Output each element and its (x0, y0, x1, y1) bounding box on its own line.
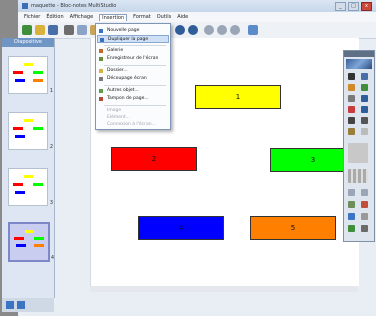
maximize-button[interactable]: □ (348, 2, 359, 11)
delete-icon[interactable] (361, 201, 368, 208)
slide-number: 1 (49, 88, 53, 94)
new-icon[interactable] (22, 25, 32, 35)
cut-icon[interactable] (64, 25, 74, 35)
folder-icon[interactable] (17, 301, 25, 309)
highlight-icon[interactable] (348, 225, 355, 232)
sidebar-title: Diapositive (2, 38, 54, 47)
menu-insert[interactable]: Insertion (99, 13, 128, 21)
shape-blue[interactable]: 4 (138, 216, 224, 240)
flip-icon[interactable] (361, 189, 368, 196)
menu-view[interactable]: Affichage (70, 14, 94, 20)
menu-item-screen-connect: Connexion à l'écran... (107, 122, 156, 127)
type-tool-icon[interactable] (361, 117, 368, 124)
insert-dropdown-menu: Nouvelle page Dupliquer la page Galerie … (95, 23, 171, 130)
window-title: maquette - Bloc-notes MultiStudio (31, 3, 117, 9)
menu-item-folder[interactable]: Dossier... (97, 67, 169, 75)
menu-item-new-page[interactable]: Nouvelle page (97, 27, 169, 35)
rotate-icon[interactable] (348, 189, 355, 196)
menu-file[interactable]: Fichier (24, 14, 40, 20)
zoom-in-icon[interactable] (204, 25, 214, 35)
zoom-out-icon[interactable] (217, 25, 227, 35)
layer-icon[interactable] (348, 201, 355, 208)
toolbar (18, 22, 376, 39)
pointer-tool-icon[interactable] (361, 128, 368, 135)
palette-header[interactable] (344, 51, 374, 57)
redo-icon[interactable] (188, 25, 198, 35)
gallery-icon (99, 49, 103, 53)
eraser-tool-icon[interactable] (348, 95, 355, 102)
stamp-icon (99, 97, 103, 101)
menu-format[interactable]: Format (133, 14, 151, 20)
close-button[interactable]: x (361, 2, 372, 11)
slide-thumbnail-4[interactable]: 4 (8, 222, 54, 262)
slide-thumbnail-1[interactable]: 1 (8, 56, 53, 94)
zoom-tool-icon[interactable] (361, 73, 368, 80)
shape-label: 1 (235, 92, 241, 101)
slides-view-icon[interactable] (6, 301, 14, 309)
select-tool-icon[interactable] (348, 73, 355, 80)
palette-preview (346, 59, 372, 69)
slide-number: 4 (50, 255, 54, 261)
tool-palette (343, 50, 375, 242)
scissors-icon (99, 77, 103, 81)
color-swatch[interactable] (348, 143, 368, 163)
fill-tool-icon[interactable] (361, 106, 368, 113)
camera-icon[interactable] (348, 213, 355, 220)
pattern-swatch[interactable] (348, 169, 368, 183)
menu-item-screen-recorder[interactable]: Enregistreur de l'écran (97, 55, 169, 63)
app-icon (22, 3, 28, 9)
marker-tool-icon[interactable] (361, 84, 368, 91)
slide-thumbnail-2[interactable]: 2 (8, 112, 53, 150)
settings-icon[interactable] (361, 213, 368, 220)
shape-label: 4 (178, 223, 184, 232)
shape-yellow[interactable]: 1 (195, 85, 281, 109)
screen-icon[interactable] (248, 25, 258, 35)
minimize-button[interactable]: _ (335, 2, 346, 11)
slide-number: 3 (49, 200, 53, 206)
slide-thumbnail-3[interactable]: 3 (8, 168, 53, 206)
object-icon (99, 89, 103, 93)
menu-item-other-object[interactable]: Autres objet... (97, 87, 169, 95)
menu-help[interactable]: Aide (177, 14, 188, 20)
save-icon[interactable] (48, 25, 58, 35)
shape-red[interactable]: 2 (111, 147, 197, 171)
hand-tool-icon[interactable] (348, 128, 355, 135)
recorder-icon (99, 57, 103, 61)
zoom-fit-icon[interactable] (230, 25, 240, 35)
page-icon (99, 29, 103, 33)
sidebar-footer (2, 298, 54, 312)
folder-icon (99, 69, 103, 73)
shape-label: 3 (310, 155, 316, 164)
copy-icon[interactable] (77, 25, 87, 35)
shape-label: 2 (151, 154, 157, 163)
more-tools-icon[interactable] (361, 225, 368, 232)
text-tool-icon[interactable] (348, 117, 355, 124)
horizontal-scrollbar[interactable] (90, 286, 358, 292)
menu-item-gallery[interactable]: Galerie (97, 47, 169, 55)
menu-tools[interactable]: Outils (157, 14, 171, 20)
open-icon[interactable] (35, 25, 45, 35)
menu-edit[interactable]: Édition (46, 14, 63, 20)
slide-sidebar: Diapositive 1 2 3 4 (2, 38, 55, 298)
menu-item-screen-cut[interactable]: Découpage écran (97, 75, 169, 83)
shape-label: 5 (290, 223, 296, 232)
title-bar: maquette - Bloc-notes MultiStudio _ □ x (18, 0, 376, 12)
shape-orange[interactable]: 5 (250, 216, 336, 240)
pen-tool-icon[interactable] (348, 84, 355, 91)
menu-item-page-stamp[interactable]: Tampon de page... (97, 95, 169, 103)
menu-item-duplicate-page[interactable]: Dupliquer la page (97, 35, 169, 43)
line-tool-icon[interactable] (361, 95, 368, 102)
duplicate-icon (100, 38, 104, 42)
undo-icon[interactable] (175, 25, 185, 35)
slide-number: 2 (49, 144, 53, 150)
shape-tool-icon[interactable] (348, 106, 355, 113)
